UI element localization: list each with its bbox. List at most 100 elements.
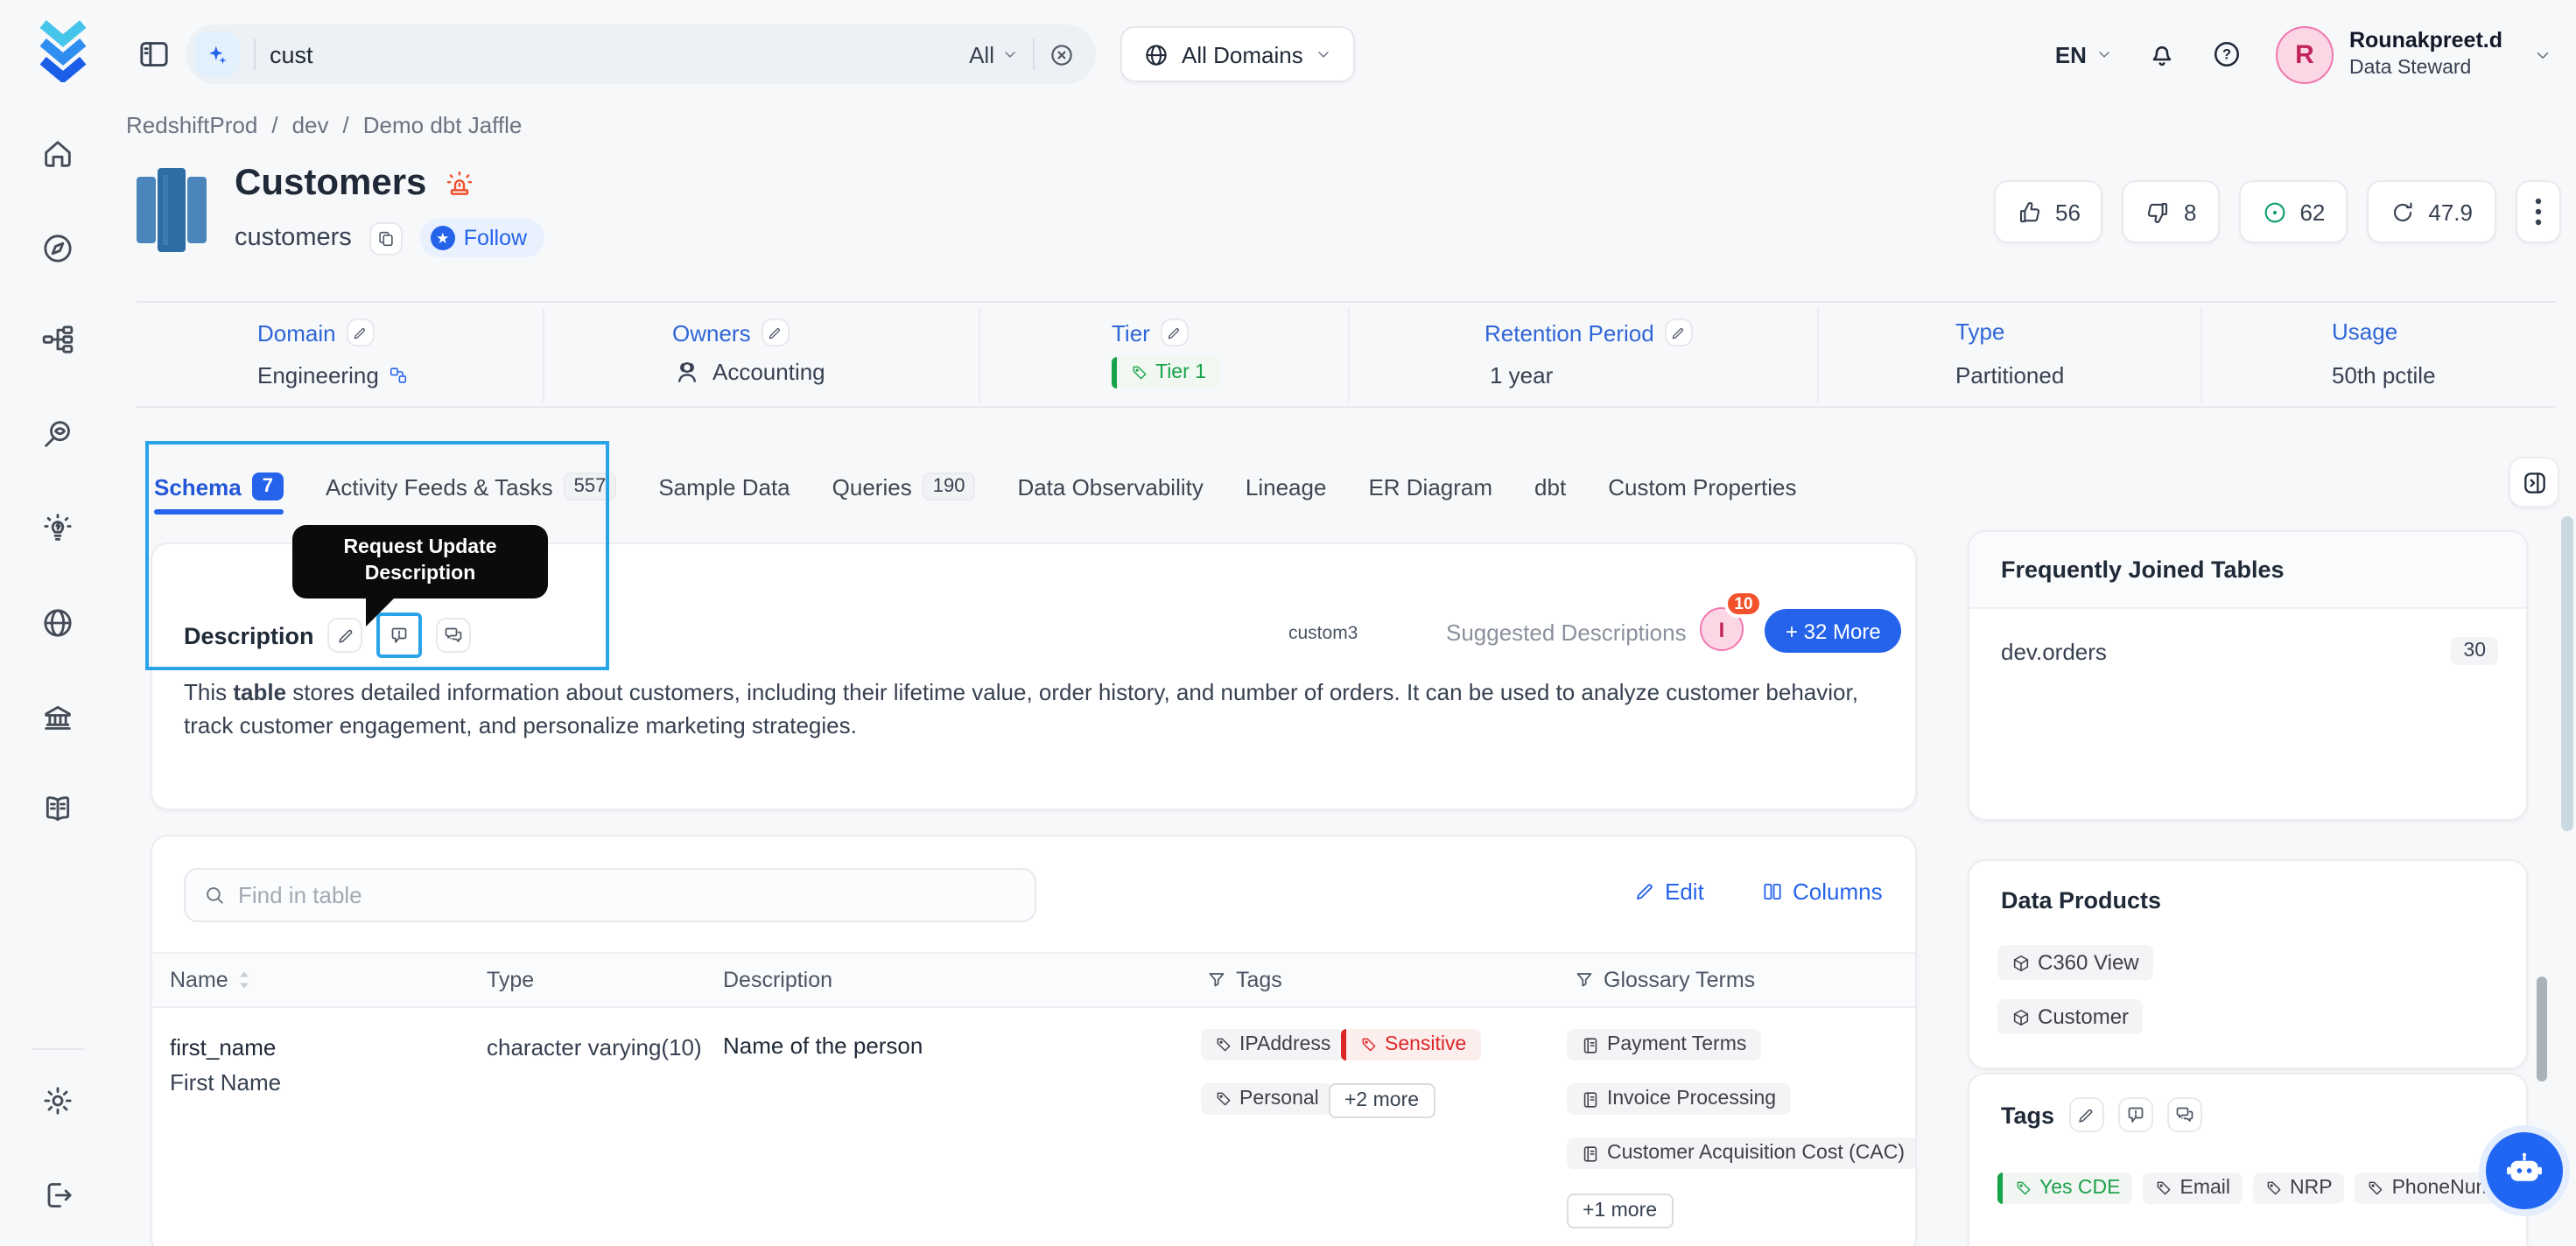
data-products-card: Data Products C360 View Customer (1968, 859, 2528, 1069)
panel-scrollbar[interactable] (2537, 976, 2547, 1082)
sidebar-toggle-icon[interactable] (137, 37, 172, 72)
tab-custom-properties[interactable]: Custom Properties (1608, 473, 1796, 500)
data-product-pill[interactable]: Customer (1997, 999, 2144, 1034)
comments-icon[interactable] (436, 618, 472, 653)
tab-er-diagram[interactable]: ER Diagram (1368, 473, 1492, 500)
joined-tables-title: Frequently Joined Tables (2001, 556, 2285, 583)
edit-pencil-icon[interactable] (1160, 318, 1189, 346)
freshness-button[interactable]: 47.9 (2367, 180, 2495, 243)
type-value: Partitioned (1955, 362, 2065, 388)
tag-comments-icon[interactable] (2166, 1097, 2202, 1132)
collapse-panel-button[interactable] (2509, 457, 2559, 508)
edit-description-icon[interactable] (327, 618, 363, 653)
web-icon[interactable] (40, 606, 75, 640)
tab-activity-feeds[interactable]: Activity Feeds & Tasks 557 (326, 472, 617, 500)
tag-pill[interactable]: Personal (1201, 1083, 1333, 1115)
glossary-pill[interactable]: Payment Terms (1567, 1029, 1761, 1060)
tab-data-observability[interactable]: Data Observability (1017, 473, 1203, 500)
columns-icon (1761, 880, 1784, 903)
discover-icon[interactable] (40, 416, 75, 452)
schema-table-card: Find in table Edit Columns Name Type Des… (151, 835, 1917, 1246)
alert-siren-icon[interactable] (444, 169, 474, 199)
suggested-more-button[interactable]: + 32 More (1765, 609, 1902, 653)
lineage-icon[interactable] (40, 322, 75, 357)
tab-schema[interactable]: Schema 7 (154, 472, 284, 514)
dislikes-button[interactable]: 8 (2122, 180, 2220, 243)
copy-icon[interactable] (369, 221, 403, 255)
logout-icon[interactable] (40, 1178, 75, 1213)
ai-sparkle-icon[interactable] (194, 32, 240, 77)
edit-button[interactable]: Edit (1633, 878, 1704, 905)
owners-value[interactable]: Accounting (672, 357, 825, 387)
help-icon[interactable]: ? (2211, 38, 2243, 70)
cube-icon (2011, 1007, 2031, 1026)
governance-icon[interactable] (40, 700, 75, 735)
user-menu[interactable]: R Rounakpreet.d Data Steward (2275, 25, 2551, 83)
likes-button[interactable]: 56 (1994, 180, 2103, 243)
tag-pill[interactable]: IPAddress (1201, 1029, 1345, 1060)
breadcrumb-item[interactable]: RedshiftProd (126, 112, 257, 138)
global-search-bar[interactable]: cust All (186, 24, 1096, 84)
asset-name: customers (235, 224, 352, 252)
domain-value[interactable]: Engineering (257, 362, 409, 388)
active-tab-underline (154, 509, 284, 514)
edit-pencil-icon[interactable] (346, 318, 375, 346)
usage-label: Usage (2332, 318, 2398, 345)
more-tags-pill[interactable]: +2 more (1329, 1083, 1435, 1118)
edit-pencil-icon[interactable] (761, 318, 790, 346)
tab-queries[interactable]: Queries 190 (832, 472, 976, 500)
suggested-descriptions-label[interactable]: Suggested Descriptions (1446, 620, 1687, 646)
glossary-book-icon[interactable] (40, 791, 75, 826)
app-logo[interactable] (35, 16, 91, 91)
breadcrumb-item[interactable]: Demo dbt Jaffle (363, 112, 523, 138)
glossary-pill[interactable]: Customer Acquisition Cost (CAC) (1567, 1138, 1915, 1169)
col-header-description[interactable]: Description (723, 968, 832, 992)
custom-badge: custom3 (1288, 623, 1358, 644)
compass-icon[interactable] (40, 231, 75, 266)
tab-lineage[interactable]: Lineage (1246, 473, 1327, 500)
language-selector[interactable]: EN (2055, 41, 2113, 67)
edit-pencil-icon[interactable] (1664, 318, 1693, 346)
edit-tags-icon[interactable] (2068, 1097, 2104, 1132)
col-header-tags[interactable]: Tags (1206, 968, 1282, 992)
breadcrumb-item[interactable]: dev (292, 112, 329, 138)
tag-pill-yes-cde[interactable]: Yes CDE (1997, 1172, 2133, 1204)
col-header-type[interactable]: Type (487, 968, 534, 992)
data-product-pill[interactable]: C360 View (1997, 945, 2153, 980)
glossary-pill[interactable]: Invoice Processing (1567, 1083, 1791, 1115)
joined-table-item[interactable]: dev.orders 30 (1969, 609, 2526, 665)
home-icon[interactable] (40, 136, 75, 172)
request-tag-icon[interactable] (2117, 1097, 2153, 1132)
tier-chip[interactable]: Tier 1 (1112, 357, 1220, 388)
search-scope-dropdown[interactable]: All (969, 41, 1019, 67)
tag-pill-sensitive[interactable]: Sensitive (1341, 1029, 1481, 1060)
filter-icon[interactable] (1574, 970, 1595, 990)
insights-icon[interactable] (40, 511, 75, 546)
sort-icon[interactable] (237, 968, 253, 992)
tab-sample-data[interactable]: Sample Data (658, 473, 790, 500)
asset-type-icon (131, 164, 212, 264)
columns-button[interactable]: Columns (1761, 878, 1883, 905)
more-glossary-pill[interactable]: +1 more (1567, 1194, 1674, 1228)
clear-search-icon[interactable] (1049, 41, 1075, 67)
watchers-button[interactable]: 62 (2238, 180, 2348, 243)
follow-button[interactable]: ★ Follow (419, 219, 545, 257)
find-in-table-input[interactable]: Find in table (184, 868, 1036, 922)
tab-badge: 190 (922, 472, 976, 500)
filter-icon[interactable] (1206, 970, 1227, 990)
tooltip-arrow (366, 598, 394, 626)
page-scrollbar[interactable] (2561, 516, 2573, 831)
settings-gear-icon[interactable] (40, 1083, 75, 1118)
col-header-glossary[interactable]: Glossary Terms (1574, 968, 1755, 992)
tab-dbt[interactable]: dbt (1534, 473, 1566, 500)
notifications-bell-icon[interactable] (2146, 38, 2178, 70)
glossary-term-icon (1581, 1089, 1600, 1109)
kebab-menu-button[interactable] (2515, 180, 2560, 243)
all-domains-button[interactable]: All Domains (1120, 26, 1356, 82)
col-header-name[interactable]: Name (170, 968, 253, 992)
column-name[interactable]: first_name (170, 1034, 276, 1060)
search-input[interactable]: cust (270, 41, 313, 67)
tag-pill[interactable]: Email (2143, 1172, 2243, 1204)
tag-pill[interactable]: NRP (2253, 1172, 2345, 1204)
assistant-chat-button[interactable] (2479, 1125, 2570, 1216)
